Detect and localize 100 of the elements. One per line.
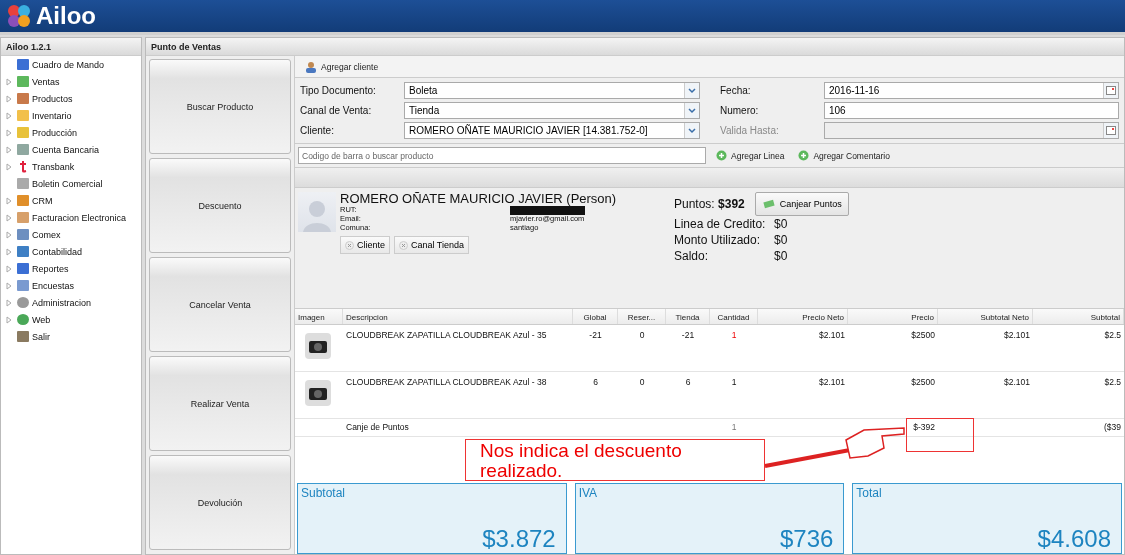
field-label: Canal de Venta: xyxy=(300,105,373,116)
sidebar-label: Cuadro de Mando xyxy=(32,59,105,70)
sidebar-label: CRM xyxy=(32,195,53,206)
sidebar-item[interactable]: Facturacion Electronica xyxy=(1,209,141,226)
field-label: Numero: xyxy=(719,105,760,116)
sidebar-label: Web xyxy=(32,314,51,325)
caret-icon xyxy=(688,87,696,94)
column-header[interactable]: Subtotal xyxy=(1033,309,1124,324)
redeem-points-button[interactable]: Canjear Puntos xyxy=(754,192,849,216)
column-header[interactable]: Cantidad xyxy=(710,309,758,324)
plus-icon xyxy=(798,150,810,161)
expand-icon[interactable] xyxy=(6,145,12,154)
sidebar-item[interactable]: Inventario xyxy=(1,107,141,124)
expand-icon[interactable] xyxy=(6,94,12,103)
sidebar-item[interactable]: Boletin Comercial xyxy=(1,175,141,192)
column-header[interactable]: Subtotal Neto xyxy=(938,309,1033,324)
expand-icon[interactable] xyxy=(6,162,12,171)
remove-tag[interactable]: Cliente xyxy=(340,236,390,254)
select-field[interactable]: Boleta xyxy=(404,82,700,99)
select-field[interactable]: Tienda xyxy=(404,102,700,119)
total-value: $4.608 xyxy=(1037,525,1111,553)
sidebar-item[interactable]: Comex xyxy=(1,226,141,243)
points-label: Puntos: $392 xyxy=(674,196,745,212)
total-value: $3.872 xyxy=(482,525,556,553)
sidebar-item[interactable]: Producción xyxy=(1,124,141,141)
sidebar-item[interactable]: Web xyxy=(1,311,141,328)
expand-icon[interactable] xyxy=(6,128,12,137)
sidebar-label: Administracion xyxy=(32,297,92,308)
field-label: Valida Hasta: xyxy=(719,125,780,136)
sidebar-label: Ventas xyxy=(32,76,60,87)
sidebar-item[interactable]: Encuestas xyxy=(1,277,141,294)
action-button[interactable]: Descuento xyxy=(149,158,291,253)
field-label: Cliente: xyxy=(300,125,335,136)
expand-icon[interactable] xyxy=(6,264,12,273)
action-button[interactable]: Realizar Venta xyxy=(149,356,291,451)
calendar-icon xyxy=(1106,86,1116,95)
credit-value: $0 xyxy=(774,232,789,248)
remove-tag[interactable]: Canal Tienda xyxy=(394,236,470,254)
expand-icon[interactable] xyxy=(6,281,12,290)
table-cell-text: 0 xyxy=(638,329,646,342)
table-cell-text: $2500 xyxy=(910,376,936,389)
table-cell-text: Canje de Puntos xyxy=(345,421,410,434)
expand-icon[interactable] xyxy=(6,196,12,205)
sidebar-item[interactable]: Cuenta Bancaria xyxy=(1,141,141,158)
sidebar-item[interactable]: CRM xyxy=(1,192,141,209)
expand-icon[interactable] xyxy=(6,298,12,307)
table-row[interactable]: CLOUDBREAK ZAPATILLA CLOUDBREAK Azul - 35 -21 0 -21 1 $2.101 $2500 $2.101 $2.5 xyxy=(295,325,1124,372)
person-icon xyxy=(305,60,317,73)
add-comment-button[interactable]: Agregar Comentario xyxy=(794,150,894,161)
expand-icon[interactable] xyxy=(6,315,12,324)
expand-icon[interactable] xyxy=(6,213,12,222)
sidebar-label: Productos xyxy=(32,93,73,104)
table-cell-text: $2500 xyxy=(910,329,936,342)
expand-icon[interactable] xyxy=(6,77,12,86)
column-header[interactable]: Global xyxy=(573,309,618,324)
panel-title: Punto de Ventas xyxy=(146,38,1124,56)
total-label: Subtotal xyxy=(301,486,346,500)
table-cell-text: $2.101 xyxy=(818,329,846,342)
column-header[interactable]: Precio xyxy=(848,309,938,324)
add-line-button[interactable]: Agregar Linea xyxy=(712,150,789,161)
sidebar-item[interactable]: Administracion xyxy=(1,294,141,311)
sidebar-label: Reportes xyxy=(32,263,69,274)
credit-label: Monto Utilizado: xyxy=(674,232,762,248)
table-cell-text: $2.101 xyxy=(818,376,846,389)
close-icon xyxy=(345,240,354,250)
action-button[interactable]: Devolución xyxy=(149,455,291,550)
sidebar-item[interactable]: Cuadro de Mando xyxy=(1,56,141,73)
add-client-button[interactable]: Agregar cliente xyxy=(301,60,383,73)
table-cell-text: 1 xyxy=(730,421,738,434)
product-search-field[interactable]: Codigo de barra o buscar producto xyxy=(298,147,706,164)
action-button[interactable]: Cancelar Venta xyxy=(149,257,291,352)
credit-value: $0 xyxy=(774,248,789,264)
expand-icon[interactable] xyxy=(6,247,12,256)
column-header[interactable]: Imagen xyxy=(295,309,343,324)
table-cell-text: CLOUDBREAK ZAPATILLA CLOUDBREAK Azul - 38 xyxy=(345,376,548,389)
column-header[interactable]: Descripcion xyxy=(343,309,573,324)
sidebar-item[interactable]: Ventas xyxy=(1,73,141,90)
expand-icon[interactable] xyxy=(6,111,12,120)
column-header[interactable]: Reser... xyxy=(618,309,666,324)
calendar-icon xyxy=(1106,126,1116,135)
plus-icon xyxy=(716,150,727,161)
sidebar-item[interactable]: Productos xyxy=(1,90,141,107)
sidebar-label: Salir xyxy=(32,331,50,342)
annotation-callout: Nos indica el descuento realizado. xyxy=(465,439,765,481)
table-cell-text: 6 xyxy=(684,376,692,389)
select-field[interactable]: ROMERO OÑATE MAURICIO JAVIER [14.381.752-0] xyxy=(404,122,700,139)
column-header[interactable]: Tienda xyxy=(666,309,710,324)
input-field[interactable]: 106 xyxy=(824,102,1119,119)
date-field[interactable]: 2016-11-16 xyxy=(824,82,1119,99)
table-row[interactable]: CLOUDBREAK ZAPATILLA CLOUDBREAK Azul - 38 6 0 6 1 $2.101 $2500 $2.101 $2.5 xyxy=(295,372,1124,419)
column-header[interactable]: Precio Neto xyxy=(758,309,848,324)
action-button[interactable]: Buscar Producto xyxy=(149,59,291,154)
table-cell-text: $2.101 xyxy=(1003,376,1031,389)
sidebar-item[interactable]: Reportes xyxy=(1,260,141,277)
sidebar-item[interactable]: Transbank xyxy=(1,158,141,175)
sidebar-item[interactable]: Contabilidad xyxy=(1,243,141,260)
sidebar-item[interactable]: Salir xyxy=(1,328,141,345)
avatar-silhouette xyxy=(298,192,336,232)
expand-icon[interactable] xyxy=(6,230,12,239)
logo-icon xyxy=(6,3,32,29)
